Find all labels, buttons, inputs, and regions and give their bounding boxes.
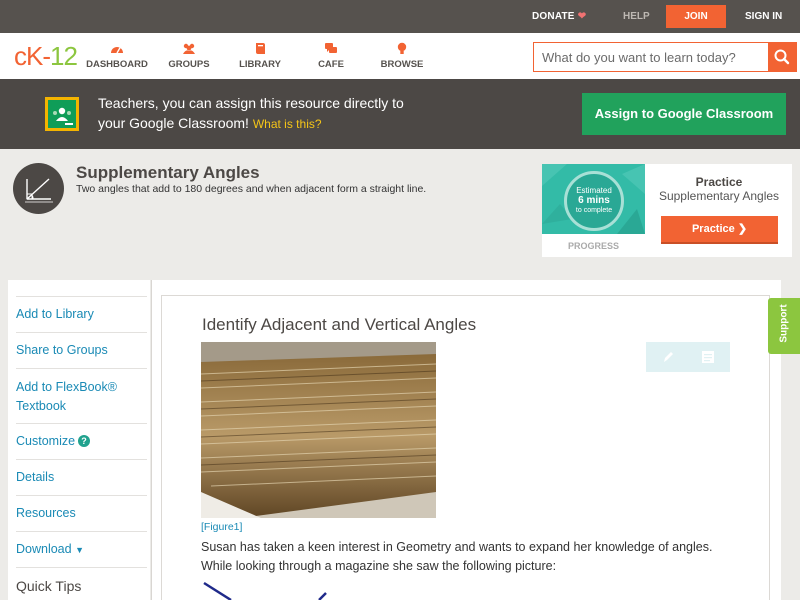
join-button[interactable]: JOIN (666, 5, 726, 28)
pencil-icon[interactable] (660, 349, 676, 365)
nav-library-label: LIBRARY (239, 59, 281, 70)
logo-dash: - (42, 41, 51, 71)
lesson-paragraph: Susan has taken a keen interest in Geome… (201, 538, 761, 576)
browse-icon (397, 42, 407, 54)
main-nav: cK-12 DASHBOARD GROUPS LIBRARY CAFE BROW… (0, 33, 800, 79)
sidebar-add-to-library[interactable]: Add to Library (16, 297, 147, 333)
classroom-message: Teachers, you can assign this resource d… (98, 93, 498, 134)
sidebar-details[interactable]: Details (16, 460, 147, 496)
nav-groups-label: GROUPS (168, 59, 210, 70)
top-bar: DONATE ❤ HELP JOIN SIGN IN (0, 0, 800, 33)
support-label: Support (778, 304, 790, 343)
lesson-paragraph-line1: Susan has taken a keen interest in Geome… (201, 540, 713, 554)
search-input[interactable] (534, 43, 769, 71)
nav-browse-label: BROWSE (380, 59, 424, 70)
search-icon (774, 49, 790, 65)
logo-ck: cK (14, 41, 43, 71)
nav-library[interactable]: LIBRARY (225, 42, 295, 70)
practice-art: Estimated 6 mins to complete (542, 164, 645, 234)
help-icon[interactable]: ? (78, 435, 91, 447)
estimate-label: Estimated (576, 186, 612, 195)
estimate-minutes: 6 mins (578, 195, 610, 206)
sidebar-download[interactable]: Download ▼ (16, 532, 147, 568)
nav-cafe[interactable]: CAFE (296, 42, 366, 70)
practice-heading: Practice (695, 175, 743, 189)
sidebar-item-label: Add to FlexBook® (16, 380, 117, 394)
classroom-message-line2-wrap: your Google Classroom! What is this? (98, 113, 498, 134)
sidebar-item-label: Share to Groups (16, 343, 108, 357)
ck12-logo[interactable]: cK-12 (14, 41, 78, 71)
sidebar-resources[interactable]: Resources (16, 496, 147, 532)
lesson-title: Identify Adjacent and Vertical Angles (202, 315, 477, 334)
practice-button-label: Practice (691, 223, 735, 235)
geometry-concept-icon (13, 163, 64, 214)
support-tab[interactable]: Support (768, 298, 800, 354)
search-box (533, 42, 797, 72)
concept-title: Supplementary Angles (76, 163, 260, 182)
classroom-message-line1: Teachers, you can assign this resource d… (98, 95, 404, 111)
practice-subject: Supplementary Angles (658, 189, 780, 203)
angle-figure-lines (203, 581, 327, 600)
nav-cafe-label: CAFE (318, 59, 344, 70)
stacked-pages-image (201, 342, 436, 518)
practice-button[interactable]: Practice ❯ (661, 216, 778, 244)
heart-icon: ❤ (577, 11, 587, 22)
quick-tips-heading: Quick Tips (16, 578, 82, 594)
sign-in-link[interactable]: SIGN IN (745, 11, 782, 22)
sidebar: Add to Library Share to Groups Add to Fl… (8, 280, 150, 600)
what-is-this-link[interactable]: What is this? (253, 117, 322, 131)
nav-groups[interactable]: GROUPS (154, 42, 224, 70)
estimate-badge: Estimated 6 mins to complete (564, 171, 624, 231)
nav-dashboard-label: DASHBOARD (86, 59, 148, 70)
chevron-right-icon: ❯ (737, 223, 748, 235)
nav-browse[interactable]: BROWSE (367, 42, 437, 70)
content-tools (646, 342, 730, 372)
classroom-banner: Teachers, you can assign this resource d… (0, 79, 800, 149)
concept-description: Two angles that add to 180 degrees and w… (76, 183, 427, 195)
caret-down-icon: ▼ (75, 545, 84, 555)
sidebar-item-label: Customize (16, 434, 76, 448)
figure-caption-link[interactable]: [Figure1] (201, 521, 242, 533)
search-button[interactable] (768, 43, 796, 71)
dashboard-icon (111, 47, 123, 54)
sidebar-item-label: Details (16, 470, 55, 484)
groups-icon (183, 43, 195, 54)
notes-icon[interactable] (700, 349, 716, 365)
donate-label: DONATE (532, 11, 575, 22)
nav-dashboard[interactable]: DASHBOARD (82, 42, 152, 70)
library-icon (256, 43, 265, 54)
sidebar-customize[interactable]: Customize? (16, 424, 147, 460)
google-classroom-icon (45, 97, 79, 131)
help-link[interactable]: HELP (623, 11, 650, 22)
sidebar-item-label-2: Textbook (16, 399, 67, 413)
sidebar-item-label: Add to Library (16, 307, 94, 321)
sidebar-item-label: Resources (16, 506, 76, 520)
donate-link[interactable]: DONATE ❤ (532, 11, 586, 22)
progress-label: PROGRESS (567, 241, 619, 251)
lesson-paragraph-line2: While looking through a magazine she saw… (201, 559, 557, 573)
assign-to-classroom-button[interactable]: Assign to Google Classroom (582, 93, 786, 135)
classroom-message-line2: your Google Classroom! (98, 115, 249, 131)
sidebar-share-to-groups[interactable]: Share to Groups (16, 333, 147, 369)
logo-num: 12 (50, 41, 78, 71)
practice-card: Estimated 6 mins to complete PROGRESS Pr… (542, 164, 792, 257)
sidebar-item-label: Download (16, 542, 72, 556)
estimate-complete: to complete (575, 207, 613, 214)
cafe-icon (325, 43, 337, 53)
sidebar-add-to-flexbook[interactable]: Add to FlexBook® Textbook (16, 369, 147, 424)
